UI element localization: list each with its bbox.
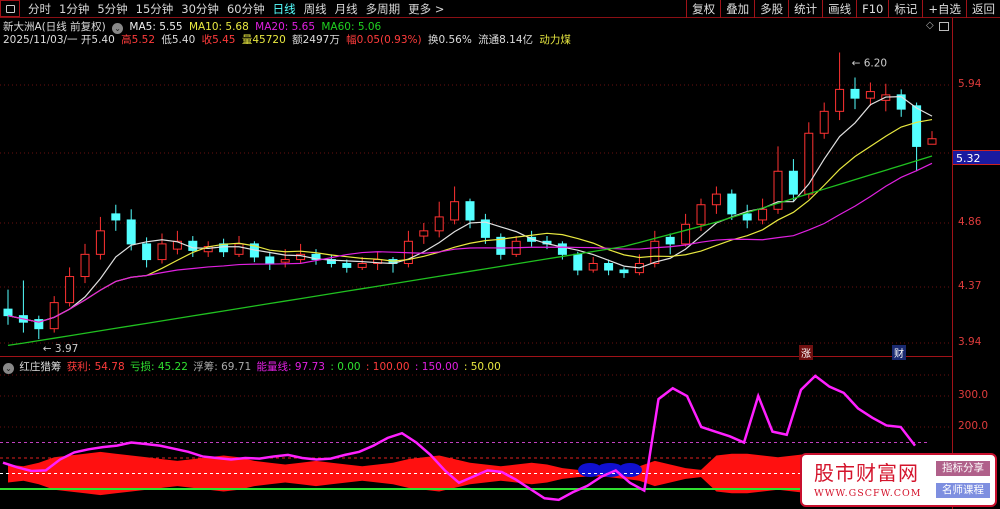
level-100: : 100.00 (365, 361, 410, 373)
candle-up (696, 204, 706, 225)
candle-down (126, 219, 136, 245)
finance-tag[interactable]: 财 (892, 345, 906, 360)
candle-down (142, 243, 152, 261)
candle-up (450, 201, 460, 221)
candle-up (819, 110, 829, 134)
min-price-label: ← 3.97 (43, 343, 79, 355)
candle-down (342, 262, 352, 268)
toolbar-button[interactable]: 返回 (966, 0, 1000, 18)
candle-down (604, 262, 614, 271)
max-price-label: ← 6.20 (852, 58, 888, 70)
indicator-share-button[interactable]: 指标分享 (936, 461, 990, 476)
diamond-icon[interactable]: ◇ (926, 20, 934, 31)
candle-up (588, 262, 598, 271)
candle-down (665, 236, 675, 245)
candle-down (3, 308, 13, 317)
indicator-axis-label: 300.0 (958, 389, 989, 401)
candle-up (835, 88, 845, 112)
indicator-name[interactable]: 红庄猎筹 (19, 361, 61, 373)
level-0: : 0.00 (330, 361, 361, 373)
candle-down (850, 88, 860, 99)
candle-up (280, 259, 290, 263)
candle-down (265, 256, 275, 264)
candle-down (573, 253, 583, 271)
candle-up (357, 262, 367, 268)
candle-up (650, 240, 660, 264)
limit-up-tag[interactable]: 涨 (799, 345, 813, 360)
current-price-label: 5.32 (953, 150, 1000, 165)
candle-down (788, 170, 798, 195)
candle-up (419, 230, 429, 237)
candle-down (188, 240, 198, 251)
candle-up (157, 243, 167, 261)
panel-toggle-icon[interactable] (939, 22, 949, 31)
kline-chart[interactable]: ← 6.20 ← 3.97 (0, 0, 952, 509)
candle-up (80, 253, 90, 278)
candle-up (434, 216, 444, 232)
candle-up (681, 223, 691, 245)
profit-value: 获利: 54.78 (66, 361, 125, 373)
candle-down (111, 213, 121, 221)
float-chips-value: 浮筹: 69.71 (193, 361, 252, 373)
candle-up (758, 208, 768, 221)
price-axis-border (952, 18, 953, 509)
price-label: 4.37 (958, 280, 982, 292)
candle-up (95, 230, 105, 255)
energy-value: 能量线: 97.73 (256, 361, 325, 373)
candle-up (927, 138, 937, 145)
level-50: : 50.00 (463, 361, 501, 373)
watermark-url: WWW.GSCFW.COM (814, 488, 922, 499)
candle-up (804, 132, 814, 195)
watermark-title: 股市财富网 (814, 461, 919, 485)
candle-down (619, 269, 629, 274)
candle-up (65, 276, 75, 304)
level-150: : 150.00 (414, 361, 459, 373)
indicator-header: ⌄ 红庄猎筹 获利: 54.78 亏损: 45.22 浮筹: 69.71 能量线… (3, 359, 503, 374)
price-label: 3.94 (958, 336, 982, 348)
candle-down (912, 105, 922, 147)
indicator-axis-label: 200.0 (958, 420, 989, 432)
candle-down (557, 243, 567, 255)
candle-up (711, 193, 721, 206)
collapse-icon[interactable]: ⌄ (3, 363, 14, 374)
candle-down (465, 201, 475, 221)
candle-down (742, 213, 752, 221)
watermark: 股市财富网 WWW.GSCFW.COM 指标分享 名师课程 (800, 453, 997, 507)
loss-value: 亏损: 45.22 (129, 361, 188, 373)
price-label: 4.86 (958, 216, 982, 228)
price-label: 5.94 (958, 78, 982, 90)
candle-down (727, 193, 737, 215)
candle-up (234, 243, 244, 255)
candle-up (865, 91, 875, 99)
teacher-course-button[interactable]: 名师课程 (936, 483, 990, 498)
